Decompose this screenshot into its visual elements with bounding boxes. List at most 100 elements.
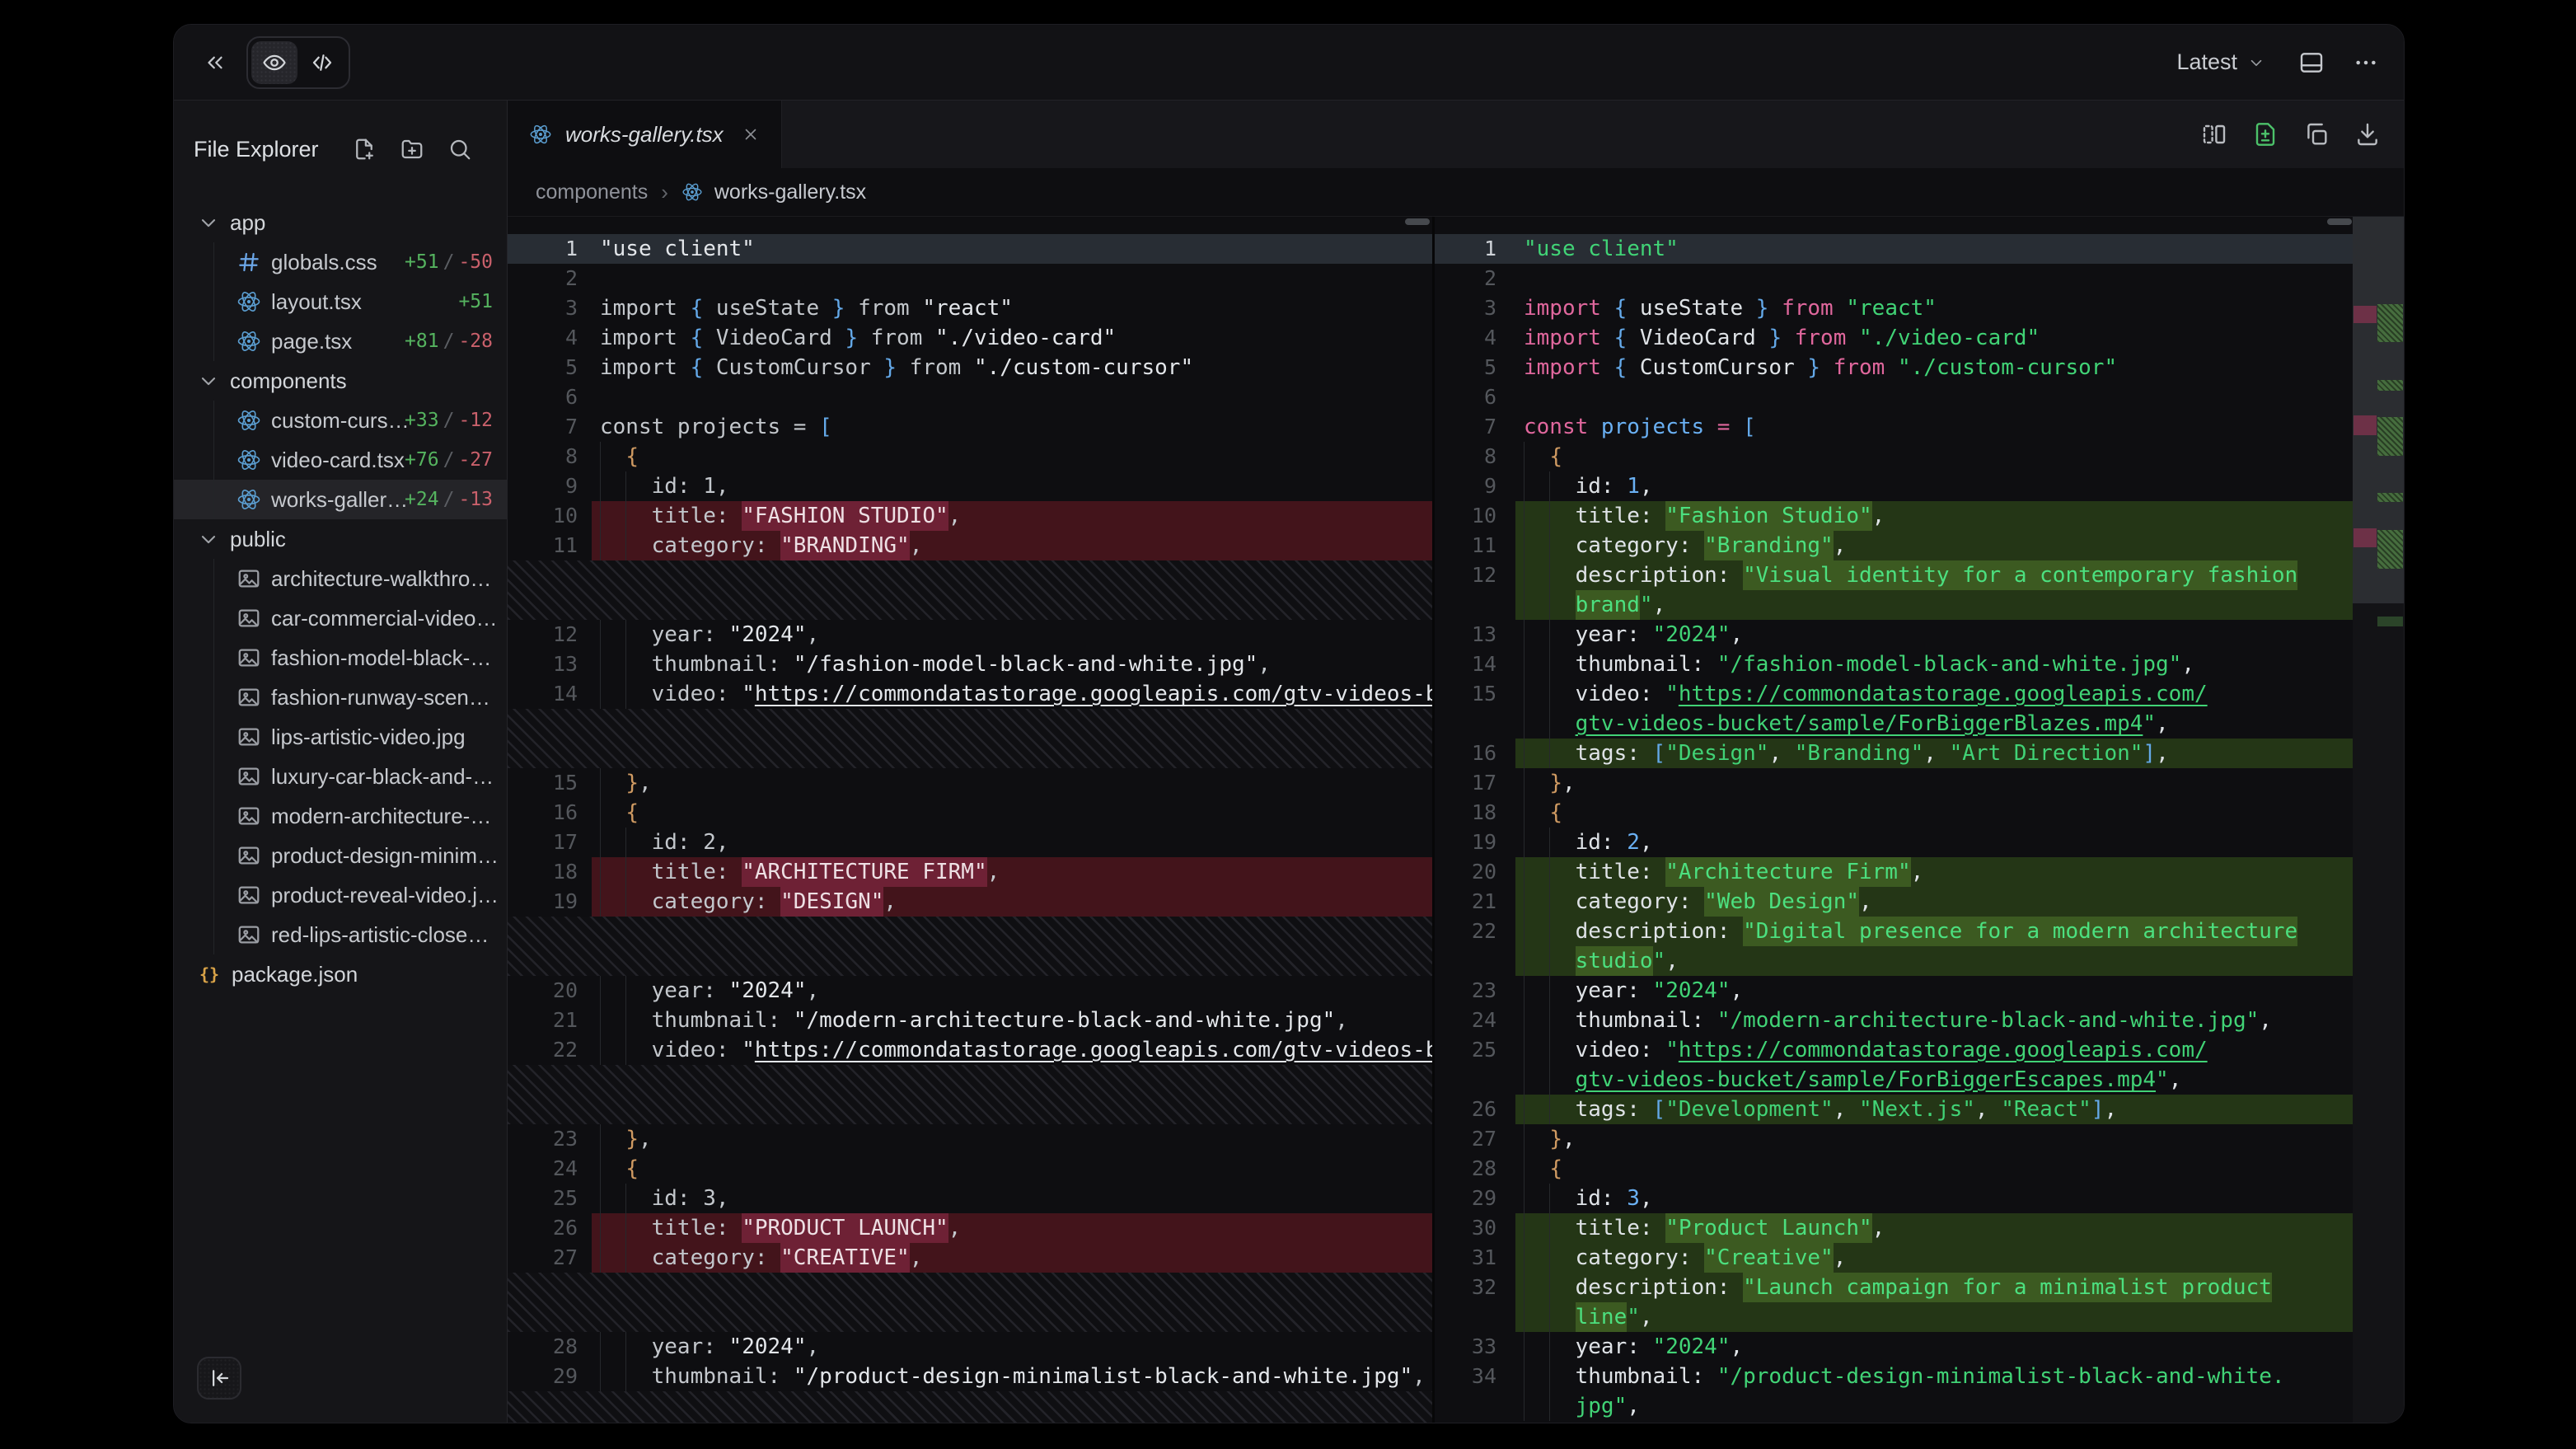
code-token: category:: [1524, 1245, 1704, 1270]
tree-file-package.json[interactable]: {}package.json: [174, 954, 507, 994]
tree-file-globals.css[interactable]: globals.css+51/-50: [174, 242, 507, 282]
more-options-button[interactable]: [2353, 49, 2379, 76]
collapse-sidebar-button[interactable]: [197, 1357, 241, 1400]
search-files-button[interactable]: [447, 137, 472, 162]
indent-guide: [1549, 620, 1550, 649]
tree-file-video-card.tsx[interactable]: video-card.tsx+76/-27: [174, 440, 507, 480]
code-line: 23 },: [508, 1124, 1432, 1154]
code-line: 26 tags: ["Development", "Next.js", "Rea…: [1435, 1095, 2354, 1124]
indent-guide: [1524, 1243, 1525, 1273]
line-number: 20: [1435, 857, 1515, 887]
close-icon[interactable]: [742, 125, 760, 143]
code-content: import { CustomCursor } from "./custom-c…: [592, 353, 1432, 382]
code-token: from: [871, 326, 935, 350]
code-line: brand",: [1435, 590, 2354, 620]
tree-file-red-lips-artistic-close-[interactable]: red-lips-artistic-close…: [174, 915, 507, 954]
split-view-button[interactable]: [2201, 121, 2227, 148]
code-line: line",: [1435, 1302, 2354, 1332]
code-token: "Web Design": [1704, 887, 1859, 917]
tree-folder-app[interactable]: app: [174, 203, 507, 242]
tab-works-gallery[interactable]: works-gallery.tsx: [508, 101, 782, 168]
tree-file-works-galler-[interactable]: works-galler…+24/-13: [174, 480, 507, 519]
code-line: 24 thumbnail: "/modern-architecture-blac…: [1435, 1006, 2354, 1035]
code-content: tags: ["Design", "Branding", "Art Direct…: [1515, 739, 2354, 768]
code-token: ,: [2156, 741, 2169, 766]
code-line: 7const projects = [: [508, 412, 1432, 442]
code-line: 14 video: "https://commondatastorage.goo…: [508, 679, 1432, 709]
scrollbar-thumb[interactable]: [2327, 218, 2352, 225]
code-token: "2024": [1653, 1334, 1731, 1359]
breadcrumb-file[interactable]: works-gallery.tsx: [714, 181, 866, 204]
tree-file-car-commercial-video-[interactable]: car-commercial-video…: [174, 598, 507, 638]
code-token: title:: [1524, 1216, 1665, 1240]
code-token: }: [883, 355, 909, 380]
collapse-chat-button[interactable]: [202, 49, 228, 76]
tree-file-modern-architecture-[interactable]: modern-architecture-…: [174, 796, 507, 836]
code-token: {: [1549, 1156, 1562, 1181]
line-number: [1435, 1302, 1515, 1332]
url-link[interactable]: https://commondatastorage.googleapis.com…: [755, 682, 1432, 706]
tree-folder-public[interactable]: public: [174, 519, 507, 559]
copy-code-button[interactable]: [2303, 121, 2330, 148]
tree-item-label: product-design-minim…: [271, 843, 499, 869]
tree-file-page.tsx[interactable]: page.tsx+81/-28: [174, 321, 507, 361]
code-token: ,: [1335, 1008, 1348, 1033]
new-file-button[interactable]: [352, 137, 377, 162]
code-token: =: [1704, 415, 1743, 439]
url-link[interactable]: https://commondatastorage.googleapis.com…: [1679, 682, 2208, 706]
indent-guide: [1524, 649, 1525, 679]
url-link[interactable]: https://commondatastorage.googleapis.com…: [755, 1038, 1432, 1062]
tree-file-lips-artistic-video.jpg[interactable]: lips-artistic-video.jpg: [174, 717, 507, 757]
tree-file-product-reveal-video.j-[interactable]: product-reveal-video.j…: [174, 875, 507, 915]
code-line: 31 category: "Creative",: [1435, 1243, 2354, 1273]
url-link[interactable]: https://commondatastorage.googleapis.com…: [1679, 1038, 2208, 1062]
indent-guide: [1549, 828, 1550, 857]
breadcrumb-folder[interactable]: components: [536, 181, 648, 204]
diff-overview-ruler[interactable]: [2353, 217, 2404, 1423]
url-link[interactable]: gtv-videos-bucket/sample/ForBiggerBlazes…: [1576, 711, 2143, 736]
code-token: from: [1782, 296, 1846, 321]
breadcrumb: components › works-gallery.tsx: [508, 168, 2404, 217]
code-token: "2024": [1653, 978, 1731, 1003]
code-content: [592, 264, 1432, 293]
tree-file-fashion-runway-scen-[interactable]: fashion-runway-scen…: [174, 678, 507, 717]
code-token: ,: [1627, 1394, 1640, 1419]
tree-file-architecture-walkthro-[interactable]: architecture-walkthro…: [174, 559, 507, 598]
url-link[interactable]: gtv-videos-bucket/sample/ForBiggerEscape…: [1576, 1067, 2156, 1092]
new-folder-button[interactable]: [400, 137, 424, 162]
indent-guide: [600, 1035, 601, 1065]
scrollbar-thumb[interactable]: [1405, 218, 1430, 225]
code-token: {: [1614, 355, 1640, 380]
line-number: 6: [1435, 382, 1515, 412]
indent-guide: [1524, 1302, 1525, 1332]
code-token: "Visual identity for a contemporary fash…: [1743, 560, 2297, 590]
tree-file-fashion-model-black-[interactable]: fashion-model-black-…: [174, 638, 507, 678]
version-dropdown[interactable]: Latest: [2171, 49, 2270, 76]
indent-guide: [1524, 1332, 1525, 1362]
code-content: thumbnail: "/product-design-minimalist-b…: [1515, 1362, 2354, 1391]
download-button[interactable]: [2354, 121, 2381, 148]
code-token: "React": [2001, 1097, 2091, 1122]
diff-pane-new: 1"use client"23import { useState } from …: [1435, 217, 2354, 1423]
code-token: ,: [2169, 1067, 2182, 1092]
react-icon: [529, 123, 552, 146]
tree-file-custom-curs-[interactable]: custom-curs…+33/-12: [174, 401, 507, 440]
tree-file-product-design-minim-[interactable]: product-design-minim…: [174, 836, 507, 875]
panel-layout-button[interactable]: [2298, 49, 2325, 76]
indent-guide: [1524, 1391, 1525, 1421]
top-bar-actions: Latest: [2171, 49, 2379, 76]
diff-filler-block: [508, 709, 1432, 768]
line-number: 18: [1435, 798, 1515, 828]
code-content: import { VideoCard } from "./video-card": [592, 323, 1432, 353]
tree-folder-components[interactable]: components: [174, 361, 507, 401]
preview-toggle-button[interactable]: [251, 41, 297, 84]
tree-item-label: layout.tsx: [271, 289, 362, 315]
line-number: 25: [508, 1184, 592, 1213]
code-content: category: "Creative",: [1515, 1243, 2354, 1273]
diff-view-button[interactable]: [2252, 121, 2279, 148]
code-token: ,: [1730, 1334, 1743, 1359]
tree-file-luxury-car-black-and-[interactable]: luxury-car-black-and-…: [174, 757, 507, 796]
indent-guide: [1524, 1065, 1525, 1095]
code-toggle-button[interactable]: [299, 41, 345, 84]
tree-file-layout.tsx[interactable]: layout.tsx+51: [174, 282, 507, 321]
